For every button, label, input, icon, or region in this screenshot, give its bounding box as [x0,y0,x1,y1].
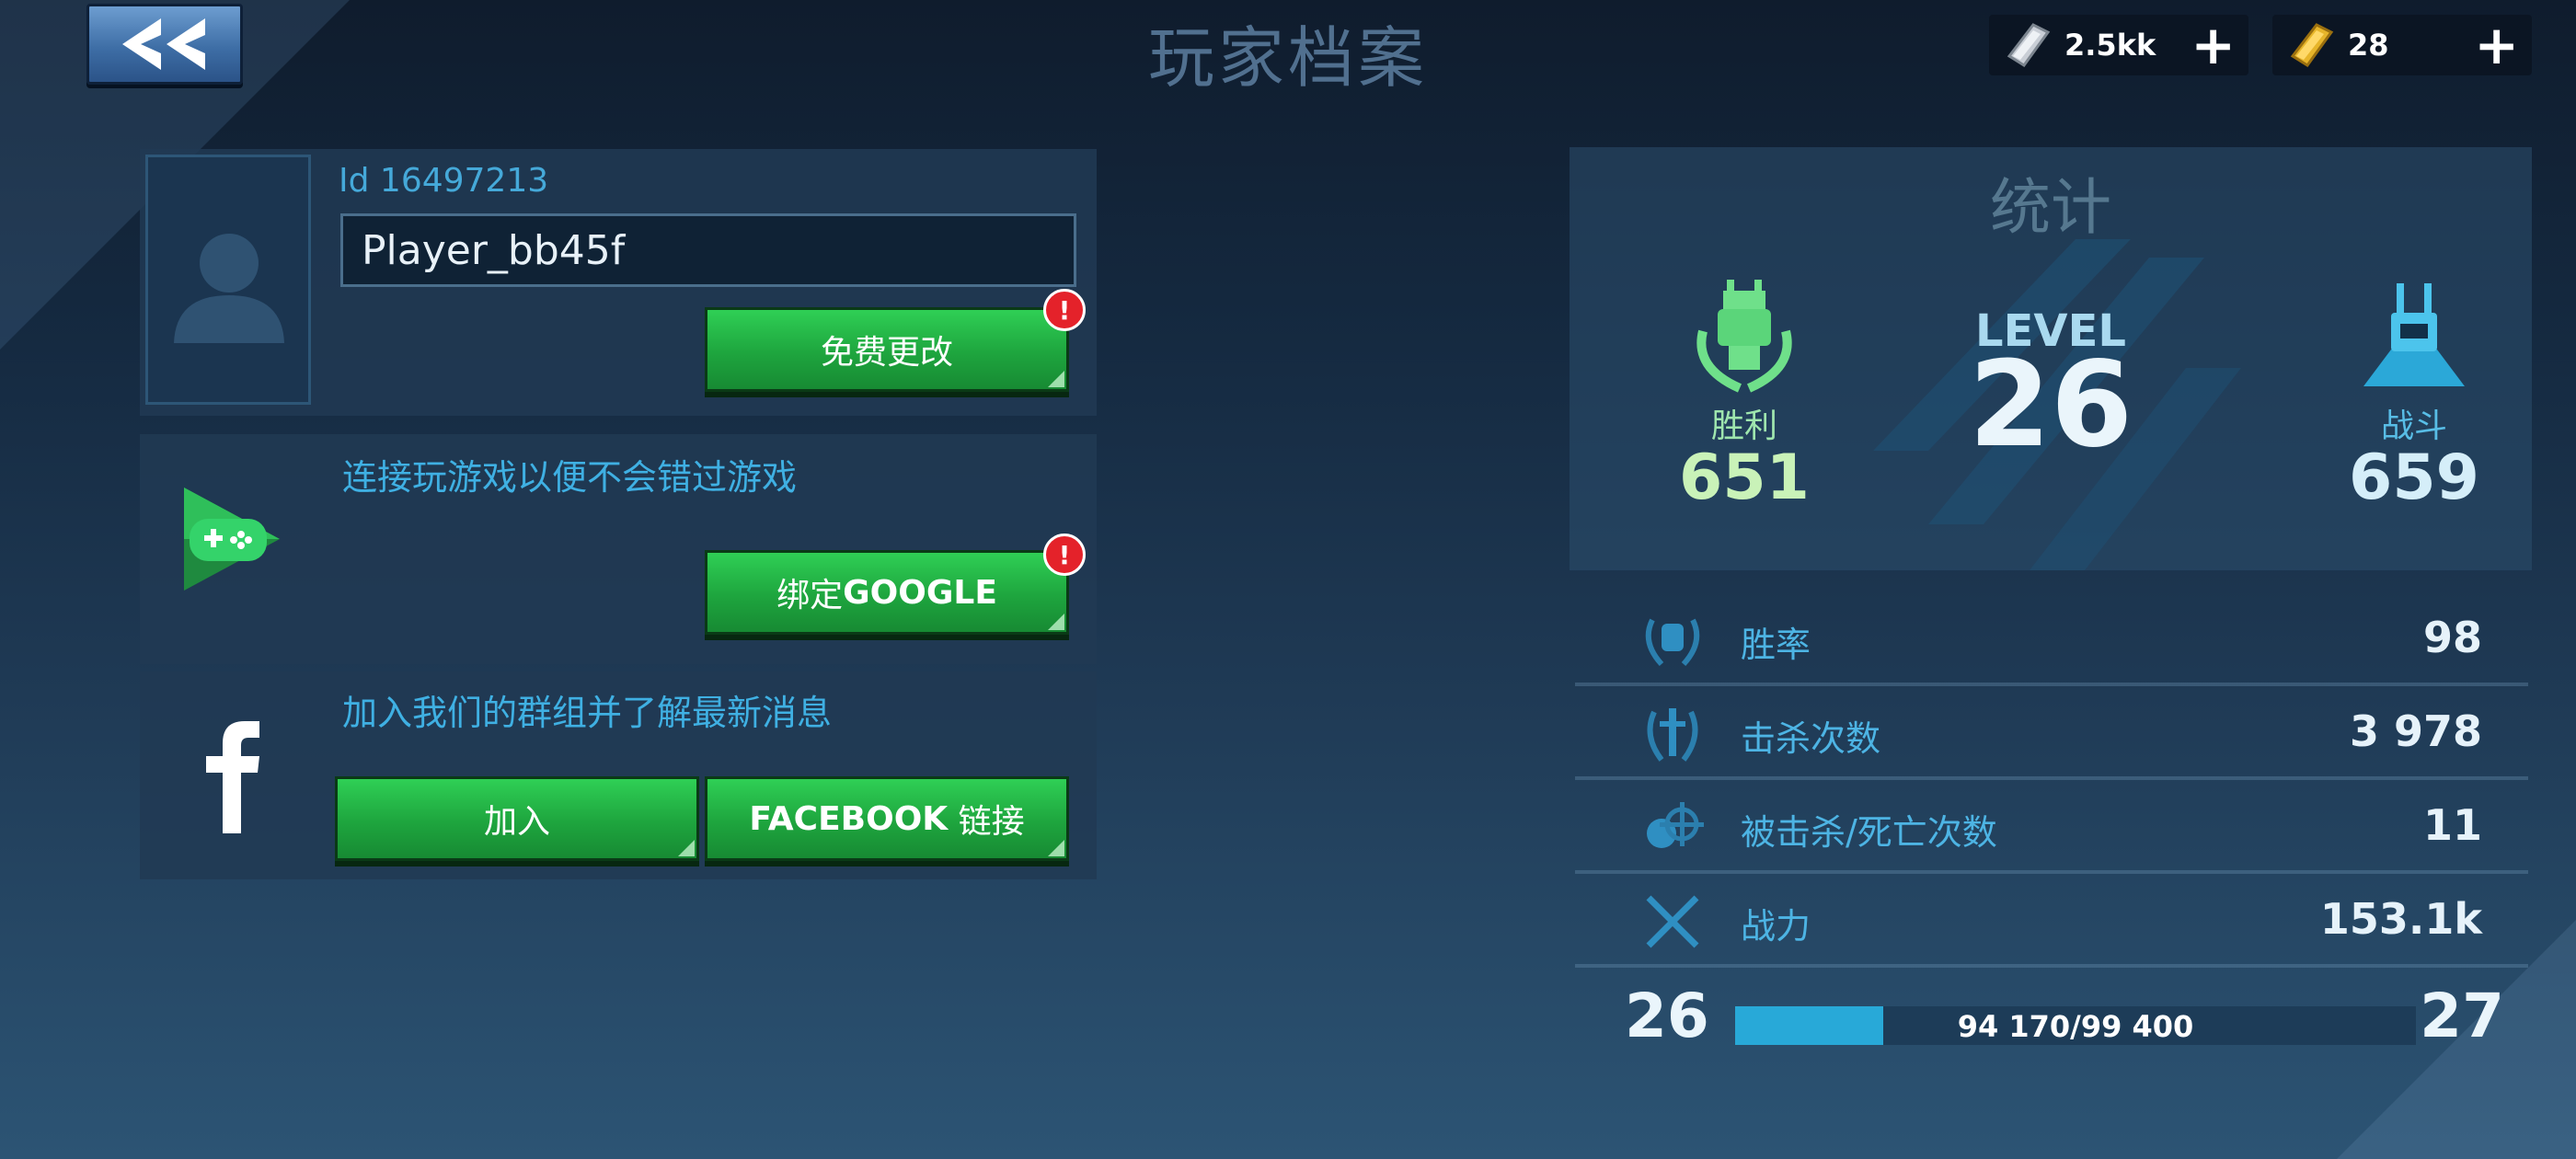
stat-name: 战力 [1741,906,1811,947]
player-id: Id 16497213 [339,162,549,200]
silver-amount: 2.5kk [2064,28,2156,63]
sword-shield-icon [1647,708,1698,762]
stats-summary: 统计 胜利 651 LEVEL 26 战斗 659 [1570,147,2532,570]
stat-row-kills: 击杀次数 3 978 [1575,688,2528,780]
xp-bar: 94 170/99 400 [1735,1006,2416,1045]
crosshair-skull-icon [1647,802,1704,848]
stat-row-deaths: 被击杀/死亡次数 11 [1575,782,2528,874]
silver-currency: 2.5kk + [1989,15,2248,75]
gold-currency: 28 + [2272,15,2532,75]
stats-panel: 统计 胜利 651 LEVEL 26 战斗 659 胜率 98 击杀次数 3 9… [1570,147,2532,1067]
join-group-label: 加入 [483,803,550,841]
next-level: 27 [2420,981,2504,1051]
alert-badge: ! [1043,534,1086,576]
bind-google-prefix: 绑定 [776,577,844,614]
alert-badge: ! [1043,289,1086,331]
link-facebook-brand: FACEBOOK [749,799,949,838]
stat-value: 3 978 [2349,706,2482,756]
user-silhouette-icon [174,234,284,343]
facebook-message: 加入我们的群组并了解最新消息 [342,693,833,733]
stat-value: 11 [2422,800,2482,850]
profile-panel: Id 16497213 免费更改 ! [140,149,1097,416]
add-gold-button[interactable]: + [2474,18,2519,72]
add-silver-button[interactable]: + [2191,18,2236,72]
google-play-games-icon [184,488,280,591]
join-group-button[interactable]: 加入 [335,776,699,861]
xp-progress: 26 94 170/99 400 27 [1570,981,2532,1073]
google-play-panel: 连接玩游戏以便不会错过游戏 绑定 GOOGLE ! [140,434,1097,664]
player-name-input[interactable] [340,213,1076,287]
battles-value: 659 [2349,442,2479,514]
battle-robot-icon [2363,283,2465,386]
current-level: 26 [1625,981,1709,1051]
gold-amount: 28 [2348,28,2389,63]
stat-name: 胜率 [1741,625,1811,665]
avatar[interactable] [145,155,311,405]
crossed-swords-icon [1646,895,1699,948]
link-facebook-button[interactable]: FACEBOOK 链接 [705,776,1069,861]
stat-name: 击杀次数 [1741,718,1881,759]
stat-row-win-rate: 胜率 98 [1575,594,2528,686]
link-facebook-suffix: 链接 [948,803,1025,841]
battles-stat: 战斗 659 [2294,276,2532,510]
stat-row-power: 战力 153.1k [1575,876,2528,968]
stats-title: 统计 [1990,172,2111,243]
silver-bar-icon [2007,23,2051,68]
change-name-label: 免费更改 [820,334,953,372]
bind-google-brand: GOOGLE [843,573,997,612]
facebook-panel: 加入我们的群组并了解最新消息 加入 FACEBOOK 链接 [140,671,1097,879]
battles-label: 战斗 [2380,407,2447,445]
stat-name: 被击杀/死亡次数 [1741,812,1997,853]
facebook-icon [206,721,259,833]
bind-google-button[interactable]: 绑定 GOOGLE [705,550,1069,635]
gold-bar-icon [2290,23,2334,68]
stat-value: 98 [2422,613,2482,662]
laurel-fist-icon [1645,618,1700,667]
xp-text: 94 170/99 400 [1957,1009,2194,1044]
google-message: 连接玩游戏以便不会错过游戏 [342,457,798,498]
stat-value: 153.1k [2319,894,2482,944]
change-name-button[interactable]: 免费更改 [705,307,1069,392]
